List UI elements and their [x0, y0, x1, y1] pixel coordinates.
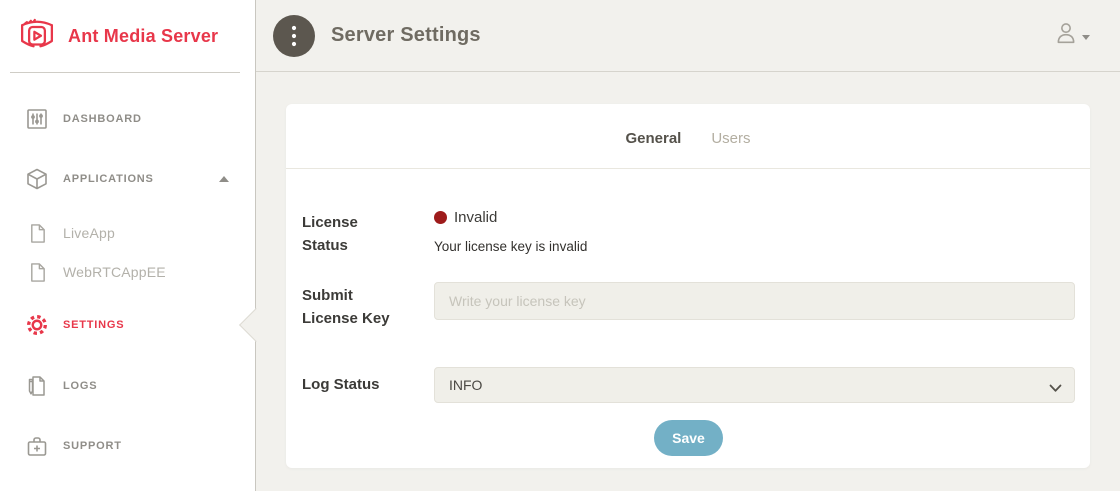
license-status-value: Invalid Your license key is invalid — [434, 209, 1075, 258]
sidebar-item-settings[interactable]: SETTINGS — [0, 305, 255, 345]
top-header: Server Settings — [256, 0, 1120, 72]
brand-name: Ant Media Server — [68, 26, 218, 47]
chevron-down-icon — [1082, 35, 1090, 40]
tab-users[interactable]: Users — [711, 130, 750, 147]
tab-bar: General Users — [286, 104, 1090, 147]
status-message: Your license key is invalid — [434, 239, 1075, 254]
log-status-label: Log Status — [302, 373, 434, 396]
save-row: Save — [302, 420, 1075, 456]
status-line: Invalid — [434, 209, 1075, 226]
tab-general[interactable]: General — [625, 130, 681, 147]
license-key-input[interactable] — [434, 282, 1075, 320]
collapse-up-icon[interactable] — [219, 176, 229, 182]
sidebar-item-applications[interactable]: APPLICATIONS — [0, 159, 255, 199]
sidebar-item-label: LOGS — [63, 380, 97, 392]
support-icon — [25, 434, 49, 458]
user-menu-button[interactable] — [1055, 21, 1090, 50]
file-icon — [25, 221, 49, 245]
license-key-label: Submit License Key — [302, 282, 434, 331]
sidebar-item-logs[interactable]: LOGS — [0, 366, 255, 406]
settings-form: License Status Invalid Your license key … — [286, 169, 1090, 456]
sidebar-item-label: SUPPORT — [63, 440, 122, 452]
sidebar-item-liveapp[interactable]: LiveApp — [0, 216, 255, 250]
sidebar-item-support[interactable]: SUPPORT — [0, 426, 255, 466]
sidebar-item-label: DASHBOARD — [63, 113, 142, 125]
settings-card: General Users License Status Invalid You… — [286, 104, 1090, 468]
applications-icon — [25, 167, 49, 191]
sidebar-item-label: WebRTCAppEE — [63, 264, 166, 280]
status-text: Invalid — [454, 209, 497, 226]
license-key-row: Submit License Key — [302, 282, 1075, 331]
sidebar: Ant Media Server DASHBOARD — [0, 0, 256, 491]
log-status-select[interactable]: INFO — [434, 367, 1075, 403]
log-status-control: INFO — [434, 367, 1075, 403]
ant-media-logo-icon — [16, 15, 58, 58]
sidebar-item-label: SETTINGS — [63, 319, 124, 331]
kebab-menu-icon — [291, 25, 297, 47]
user-account-icon — [1055, 21, 1077, 50]
license-status-label: License Status — [302, 209, 434, 258]
license-status-row: License Status Invalid Your license key … — [302, 209, 1075, 258]
sidebar-nav: DASHBOARD APPLICATIONS LiveApp — [0, 99, 255, 466]
brand[interactable]: Ant Media Server — [0, 0, 255, 72]
dashboard-icon — [25, 107, 49, 131]
save-button[interactable]: Save — [654, 420, 723, 456]
sidebar-item-label: LiveApp — [63, 225, 115, 241]
sidebar-item-dashboard[interactable]: DASHBOARD — [0, 99, 255, 139]
sidebar-divider — [10, 72, 240, 73]
license-key-control — [434, 282, 1075, 331]
kebab-menu-button[interactable] — [273, 15, 315, 57]
sidebar-item-label: APPLICATIONS — [63, 173, 154, 185]
page-title: Server Settings — [331, 24, 481, 47]
gear-icon — [25, 313, 49, 337]
file-icon — [25, 260, 49, 284]
log-status-row: Log Status INFO — [302, 367, 1075, 403]
main-content: General Users License Status Invalid You… — [256, 73, 1120, 491]
logs-icon — [25, 374, 49, 398]
status-dot-icon — [434, 211, 447, 224]
sidebar-item-webrtcappee[interactable]: WebRTCAppEE — [0, 255, 255, 289]
